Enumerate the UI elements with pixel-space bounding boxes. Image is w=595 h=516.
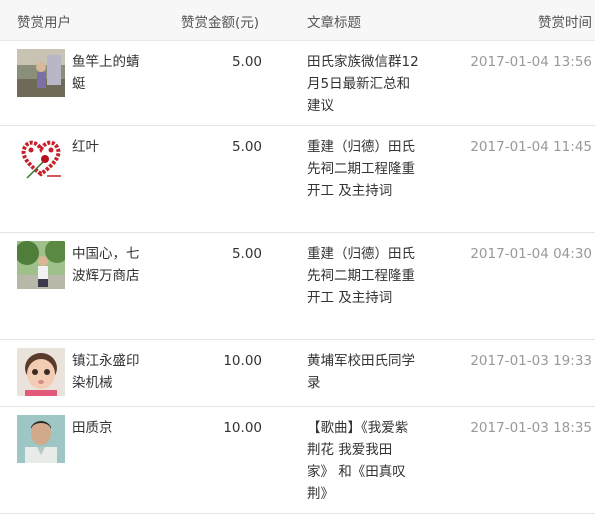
amount-value: 5.00 — [231, 139, 262, 155]
user-name: 田质京 — [72, 420, 113, 436]
table-row: 镇江永盛印染机械 10.00 黄埔军校田氏同学录 2017-01-03 19:3… — [0, 340, 595, 407]
reward-table: 赞赏用户 赞赏金额(元) 文章标题 赞赏时间 鱼竿上的蜻蜓 5.00 田氏家族微… — [0, 0, 595, 514]
header-time: 赞赏时间 — [538, 15, 592, 31]
article-title-link[interactable]: 黄埔军校田氏同学录 — [307, 350, 419, 394]
reward-time: 2017-01-03 19:33 — [470, 353, 592, 369]
reward-time: 2017-01-04 04:30 — [470, 246, 592, 262]
user-name: 镇江永盛印染机械 — [72, 353, 140, 391]
avatar — [17, 49, 65, 97]
photo-avatar-icon — [17, 49, 65, 97]
table-row: 红叶 5.00 重建（归德）田氏先祠二期工程隆重开工 及主持词 2017-01-… — [0, 126, 595, 233]
article-title-link[interactable]: 重建（归德）田氏先祠二期工程隆重开工 及主持词 — [307, 243, 419, 309]
amount-value: 10.00 — [223, 353, 262, 369]
table-row: 中国心，七波辉万商店 5.00 重建（归德）田氏先祠二期工程隆重开工 及主持词 … — [0, 233, 595, 340]
article-title-link[interactable]: 【歌曲】《我爱紫荆花 我爱我田家》 和《田真叹荆》 — [307, 417, 419, 505]
user-name: 中国心，七波辉万商店 — [72, 246, 140, 284]
baby-photo-icon — [17, 348, 65, 396]
user-name: 鱼竿上的蜻蜓 — [72, 54, 140, 92]
reward-time: 2017-01-04 13:56 — [470, 54, 592, 70]
avatar — [17, 134, 65, 182]
reward-time: 2017-01-03 18:35 — [470, 420, 592, 436]
amount-value: 5.00 — [231, 54, 262, 70]
amount-value: 10.00 — [223, 420, 262, 436]
user-name: 红叶 — [72, 139, 99, 155]
avatar — [17, 241, 65, 289]
avatar — [17, 415, 65, 463]
rose-heart-icon — [17, 134, 65, 182]
amount-value: 5.00 — [231, 246, 262, 262]
man-portrait-icon — [17, 415, 65, 463]
table-header: 赞赏用户 赞赏金额(元) 文章标题 赞赏时间 — [0, 0, 595, 41]
article-title-link[interactable]: 田氏家族微信群12月5日最新汇总和建议 — [307, 51, 419, 117]
avatar — [17, 348, 65, 396]
header-amount: 赞赏金额(元) — [181, 15, 260, 31]
article-title-link[interactable]: 重建（归德）田氏先祠二期工程隆重开工 及主持词 — [307, 136, 419, 202]
table-row: 鱼竿上的蜻蜓 5.00 田氏家族微信群12月5日最新汇总和建议 2017-01-… — [0, 41, 595, 126]
reward-time: 2017-01-04 11:45 — [470, 139, 592, 155]
header-title: 文章标题 — [307, 15, 361, 31]
header-user: 赞赏用户 — [17, 15, 71, 31]
table-row: 田质京 10.00 【歌曲】《我爱紫荆花 我爱我田家》 和《田真叹荆》 2017… — [0, 407, 595, 514]
photo-avatar-icon — [17, 241, 65, 289]
